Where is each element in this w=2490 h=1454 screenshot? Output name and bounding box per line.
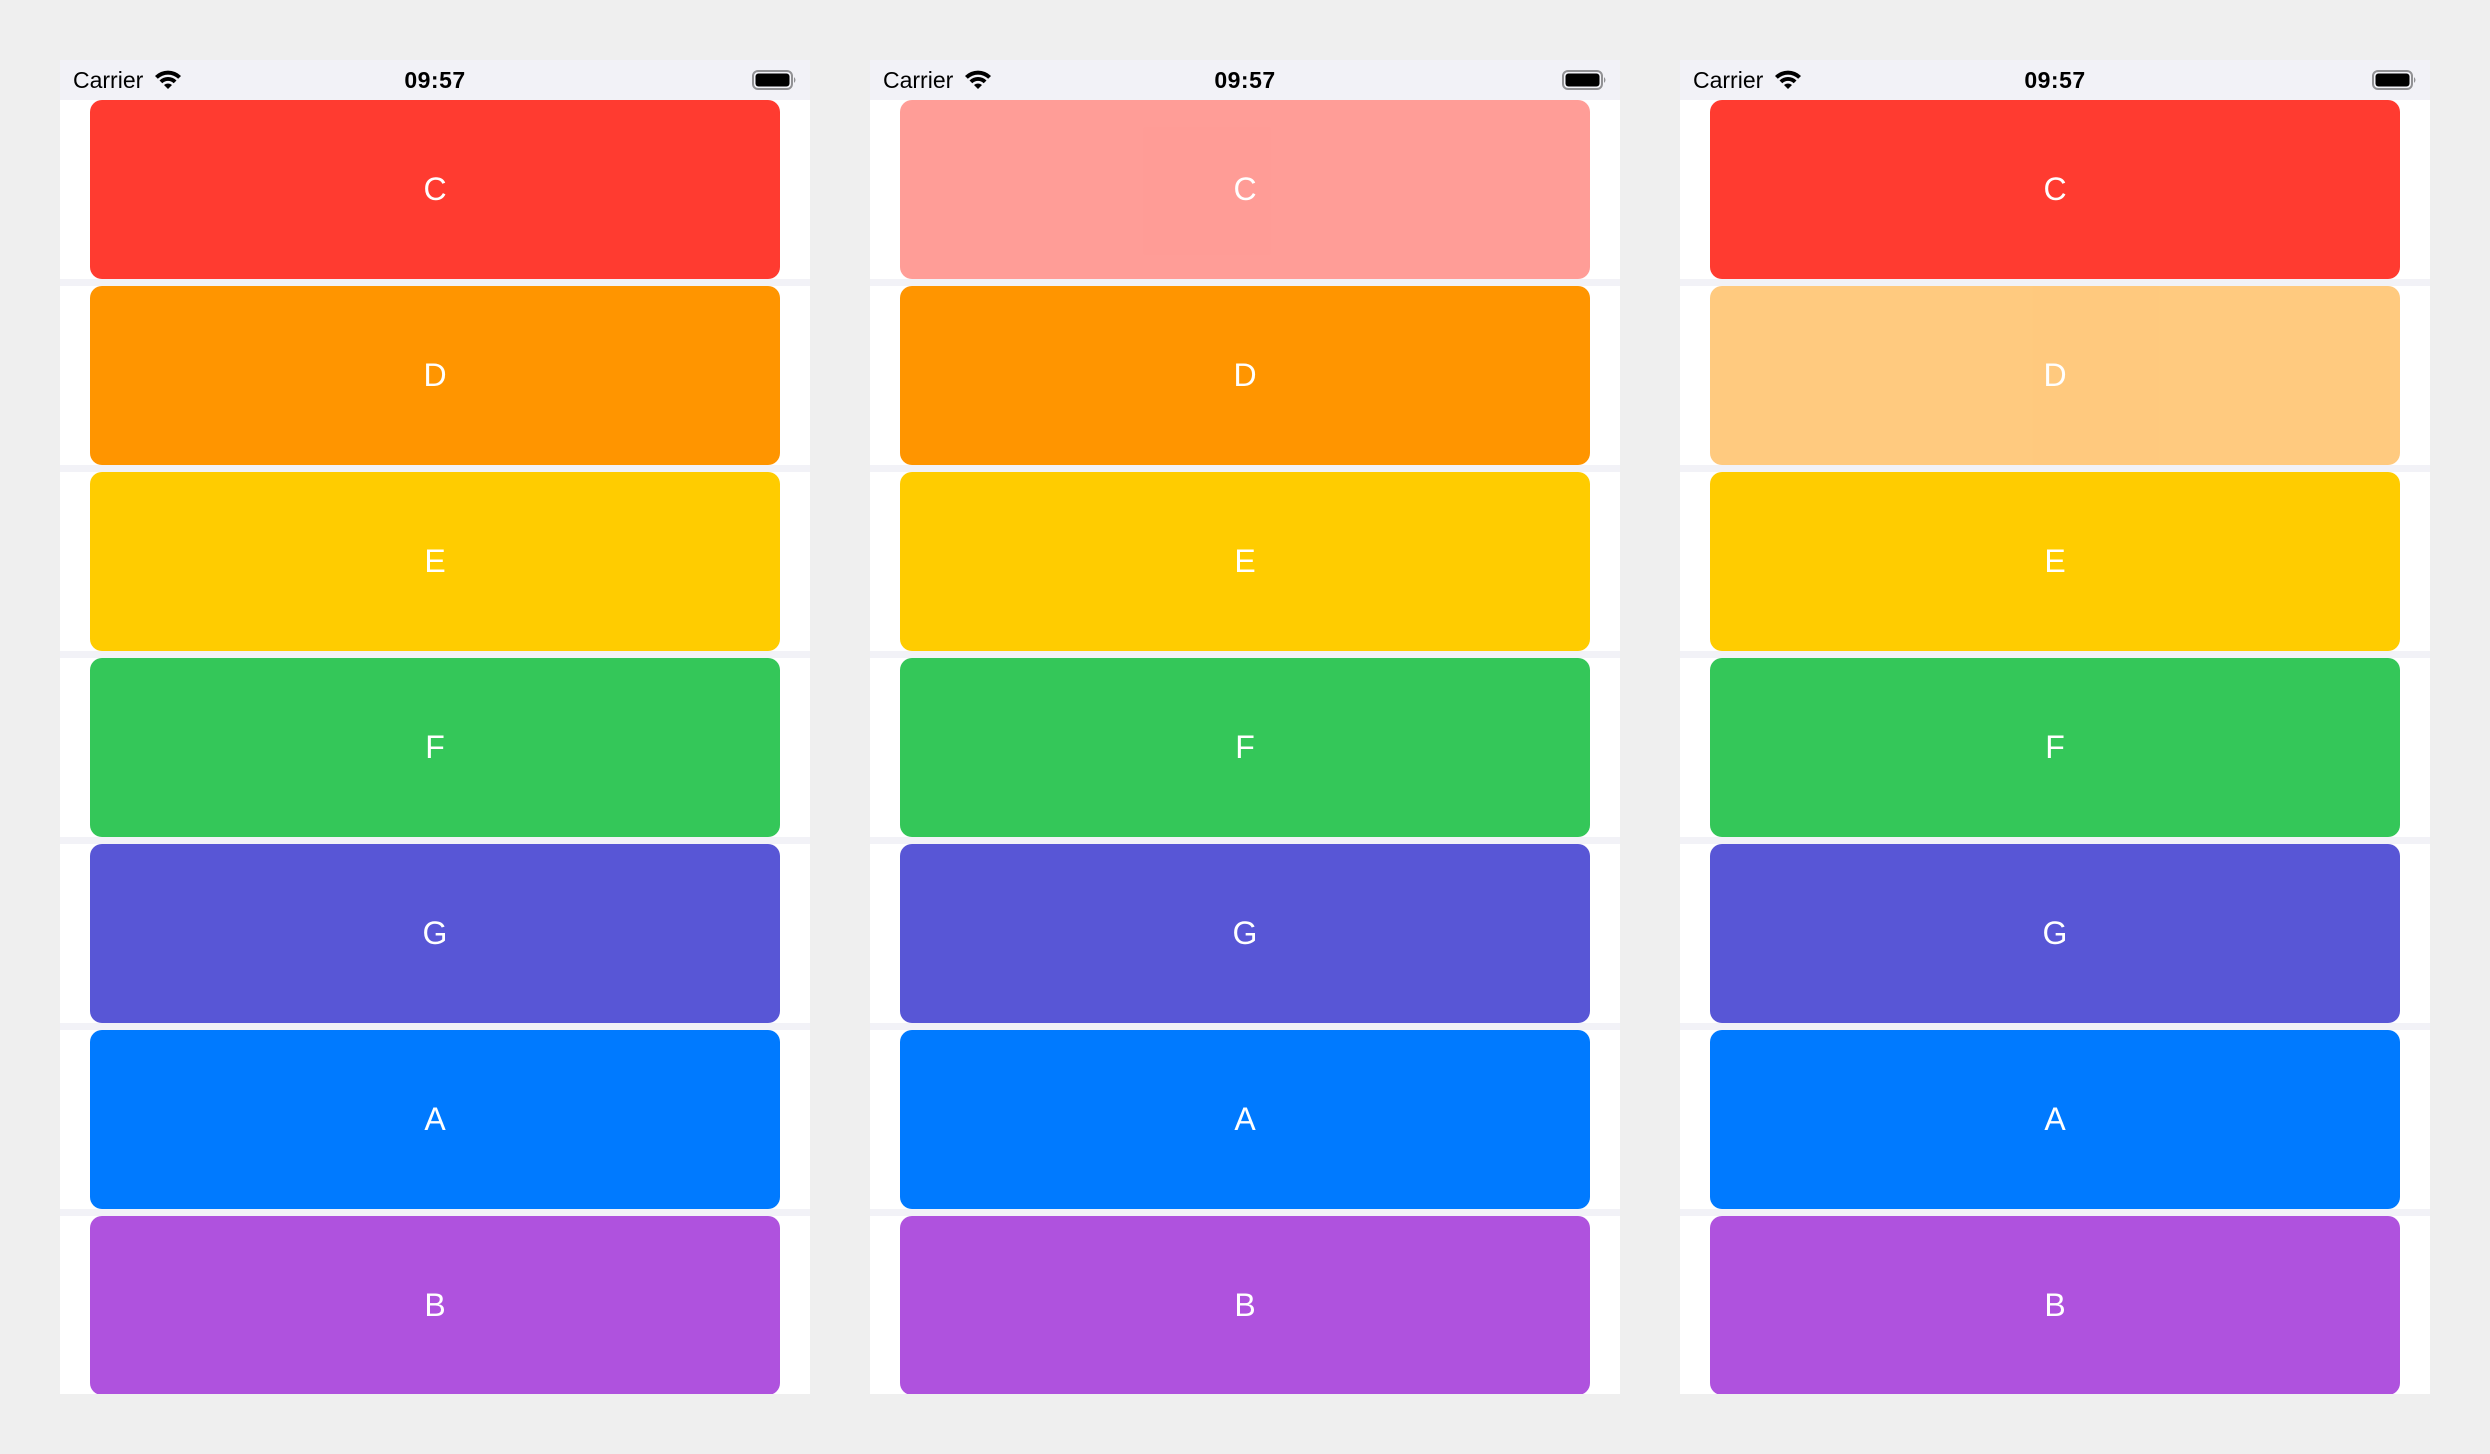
row-separator (870, 279, 1620, 286)
color-cell[interactable]: A (90, 1030, 780, 1209)
row-separator (60, 837, 810, 844)
cell-label: G (2042, 915, 2068, 951)
row-separator (870, 1023, 1620, 1030)
list-row[interactable]: D (60, 286, 810, 472)
cell-label: B (1234, 1287, 1256, 1323)
list-row[interactable]: E (870, 472, 1620, 658)
battery-icon (752, 70, 796, 90)
cell-label: E (2044, 543, 2066, 579)
color-cell[interactable]: F (900, 658, 1590, 837)
cell-label: F (2045, 729, 2065, 765)
list-row[interactable]: G (870, 844, 1620, 1030)
row-separator (60, 1209, 810, 1216)
list-row[interactable]: B (1680, 1216, 2430, 1394)
color-list[interactable]: C D E F G A B (870, 100, 1620, 1394)
color-cell[interactable]: D (900, 286, 1590, 465)
color-cell[interactable]: C (1710, 100, 2400, 279)
row-separator (1680, 279, 2430, 286)
phone-screen-3: Carrier 09:57 C D E F G A B (1680, 60, 2430, 1394)
row-separator (1680, 1023, 2430, 1030)
cell-label: F (425, 729, 445, 765)
cell-label: A (1234, 1101, 1256, 1137)
color-cell[interactable]: F (90, 658, 780, 837)
phone-screen-1: Carrier 09:57 C D E F G A B (60, 60, 810, 1394)
cell-label: B (2044, 1287, 2066, 1323)
cell-label: D (2043, 357, 2067, 393)
list-row[interactable]: C (60, 100, 810, 286)
cell-label: C (2043, 171, 2067, 207)
list-row[interactable]: E (1680, 472, 2430, 658)
status-time: 09:57 (2024, 67, 2086, 93)
battery-icon (2372, 70, 2416, 90)
color-cell[interactable]: B (900, 1216, 1590, 1394)
status-time: 09:57 (1214, 67, 1276, 93)
battery-icon (1562, 70, 1606, 90)
color-cell[interactable]: G (900, 844, 1590, 1023)
color-cell[interactable]: C (90, 100, 780, 279)
cell-label: C (1233, 171, 1257, 207)
status-bar: Carrier 09:57 (870, 60, 1620, 100)
list-row[interactable]: E (60, 472, 810, 658)
cell-label: D (1233, 357, 1257, 393)
color-cell[interactable]: G (90, 844, 780, 1023)
cell-label: G (1232, 915, 1258, 951)
status-time: 09:57 (404, 67, 466, 93)
list-row[interactable]: C (1680, 100, 2430, 286)
row-separator (60, 465, 810, 472)
row-separator (1680, 465, 2430, 472)
row-separator (60, 279, 810, 286)
list-row[interactable]: D (1680, 286, 2430, 472)
color-cell[interactable]: A (1710, 1030, 2400, 1209)
cell-label: B (424, 1287, 446, 1323)
list-row[interactable]: A (870, 1030, 1620, 1216)
phone-screen-2: Carrier 09:57 C D E F G A B (870, 60, 1620, 1394)
color-cell[interactable]: E (90, 472, 780, 651)
color-cell[interactable]: B (90, 1216, 780, 1394)
row-separator (870, 1209, 1620, 1216)
list-row[interactable]: G (60, 844, 810, 1030)
cell-label: G (422, 915, 448, 951)
list-row[interactable]: A (60, 1030, 810, 1216)
cell-label: A (424, 1101, 446, 1137)
color-list[interactable]: C D E F G A B (1680, 100, 2430, 1394)
row-separator (870, 837, 1620, 844)
list-row[interactable]: G (1680, 844, 2430, 1030)
color-cell[interactable]: G (1710, 844, 2400, 1023)
cell-label: E (424, 543, 446, 579)
list-row[interactable]: F (870, 658, 1620, 844)
color-cell[interactable]: B (1710, 1216, 2400, 1394)
list-row[interactable]: F (60, 658, 810, 844)
list-row[interactable]: C (870, 100, 1620, 286)
color-cell[interactable]: A (900, 1030, 1590, 1209)
color-cell[interactable]: D (90, 286, 780, 465)
list-row[interactable]: D (870, 286, 1620, 472)
row-separator (870, 651, 1620, 658)
row-separator (60, 651, 810, 658)
cell-label: F (1235, 729, 1255, 765)
list-row[interactable]: F (1680, 658, 2430, 844)
status-bar: Carrier 09:57 (60, 60, 810, 100)
color-cell[interactable]: F (1710, 658, 2400, 837)
status-bar: Carrier 09:57 (1680, 60, 2430, 100)
color-cell[interactable]: C (900, 100, 1590, 279)
row-separator (60, 1023, 810, 1030)
cell-label: A (2044, 1101, 2066, 1137)
row-separator (1680, 837, 2430, 844)
row-separator (1680, 1209, 2430, 1216)
color-list[interactable]: C D E F G A B (60, 100, 810, 1394)
cell-label: E (1234, 543, 1256, 579)
screenshot-stage: Carrier 09:57 CDEFGAB Carrier 09:57 C D … (0, 0, 2490, 1454)
row-separator (870, 465, 1620, 472)
color-cell[interactable]: D (1710, 286, 2400, 465)
cell-label: C (423, 171, 447, 207)
list-row[interactable]: B (870, 1216, 1620, 1394)
cell-label: D (423, 357, 447, 393)
list-row[interactable]: B (60, 1216, 810, 1394)
color-cell[interactable]: E (1710, 472, 2400, 651)
color-cell[interactable]: E (900, 472, 1590, 651)
row-separator (1680, 651, 2430, 658)
list-row[interactable]: A (1680, 1030, 2430, 1216)
